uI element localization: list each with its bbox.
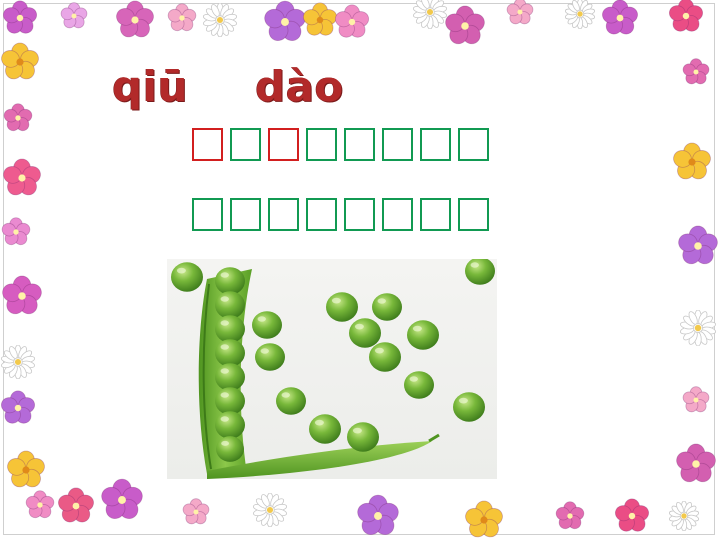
- flower-icon: [614, 498, 650, 534]
- flower-icon: [115, 0, 155, 40]
- flower-icon: [444, 5, 486, 47]
- character-box: [382, 198, 413, 231]
- flower-icon: [167, 3, 197, 33]
- flower-icon: [675, 443, 717, 485]
- pea: [326, 292, 358, 322]
- character-box: [230, 128, 261, 161]
- pea: [215, 387, 245, 415]
- flower-icon: [3, 103, 33, 133]
- character-box: [458, 198, 489, 231]
- pea: [215, 411, 245, 439]
- character-box: [192, 128, 223, 161]
- character-box-row-2: [192, 198, 489, 231]
- flower-icon: [6, 450, 46, 490]
- peas-photo: [167, 259, 497, 479]
- flower-icon: [2, 0, 38, 36]
- pea: [215, 339, 245, 367]
- pea: [372, 293, 402, 321]
- pea: [453, 392, 485, 422]
- character-box: [192, 198, 223, 231]
- character-box: [268, 128, 299, 161]
- character-box: [306, 198, 337, 231]
- pea: [309, 414, 341, 444]
- flower-icon: [565, 0, 595, 29]
- pea: [215, 267, 245, 295]
- flower-icon: [682, 386, 710, 414]
- flower-icon: [669, 501, 699, 531]
- pea: [215, 363, 245, 391]
- character-box: [420, 128, 451, 161]
- pea: [347, 422, 379, 452]
- flower-icon: [25, 490, 55, 520]
- pea: [216, 436, 244, 462]
- flower-icon: [0, 42, 40, 82]
- flower-icon: [253, 493, 287, 527]
- peas-in-pod-icon: [171, 259, 495, 479]
- pea: [255, 343, 285, 371]
- pinyin-syllable-qiu: qiū: [112, 62, 188, 111]
- flower-icon: [60, 2, 88, 30]
- pea: [276, 387, 306, 415]
- slide: qiū dào: [0, 0, 720, 540]
- flower-icon: [506, 0, 534, 26]
- flower-icon: [601, 0, 639, 37]
- flower-icon: [2, 158, 42, 198]
- character-box: [344, 198, 375, 231]
- pinyin-heading: qiū dào: [112, 62, 344, 111]
- pea: [171, 262, 203, 292]
- pea: [407, 320, 439, 350]
- flower-icon: [356, 494, 400, 538]
- flower-icon: [680, 310, 716, 346]
- flower-icon: [203, 3, 237, 37]
- flower-icon: [555, 501, 585, 531]
- flower-icon: [668, 0, 704, 34]
- flower-icon: [57, 487, 95, 525]
- pea: [215, 291, 245, 319]
- flower-icon: [182, 498, 210, 526]
- flower-icon: [1, 345, 35, 379]
- flower-icon: [413, 0, 447, 29]
- character-box: [344, 128, 375, 161]
- flower-icon: [677, 225, 719, 267]
- pea: [465, 259, 495, 285]
- flower-icon: [263, 0, 307, 44]
- character-box: [382, 128, 413, 161]
- flower-icon: [672, 142, 712, 182]
- character-box: [458, 128, 489, 161]
- flower-icon: [464, 500, 504, 540]
- character-box-row-1: [192, 128, 489, 161]
- character-box: [306, 128, 337, 161]
- character-box: [268, 198, 299, 231]
- character-box: [420, 198, 451, 231]
- pea: [215, 315, 245, 343]
- character-box: [230, 198, 261, 231]
- flower-icon: [682, 58, 710, 86]
- flower-icon: [334, 4, 370, 40]
- flower-icon: [100, 478, 144, 522]
- flower-icon: [1, 217, 31, 247]
- pea: [369, 342, 401, 372]
- flower-icon: [0, 390, 36, 426]
- pea: [404, 371, 434, 399]
- pinyin-syllable-dao: dào: [255, 62, 344, 111]
- flower-icon: [1, 275, 43, 317]
- pea: [349, 318, 381, 348]
- pea: [252, 311, 282, 339]
- flower-icon: [302, 2, 338, 38]
